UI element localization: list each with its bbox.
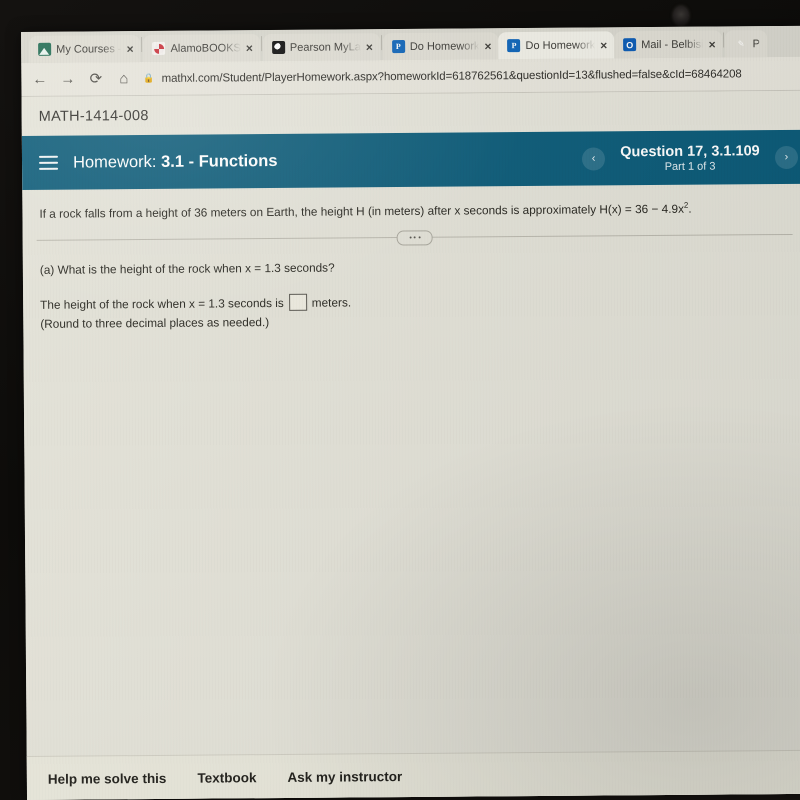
tab-label: Do Homework xyxy=(525,38,596,52)
course-name-bar: MATH-1414-008 xyxy=(21,90,800,136)
browser-tab-alamobooks[interactable]: AlamoBOOKS × xyxy=(143,34,260,63)
address-bar[interactable]: 🔒 mathxl.com/Student/PlayerHomework.aspx… xyxy=(143,62,795,89)
problem-statement: If a rock falls from a height of 36 mete… xyxy=(22,184,800,223)
course-name: MATH-1414-008 xyxy=(38,107,149,125)
tab-close-icon[interactable]: × xyxy=(366,40,373,54)
question-part: Part 1 of 3 xyxy=(664,160,716,173)
answer-suffix: meters. xyxy=(311,294,352,310)
mountain-icon xyxy=(38,42,52,56)
rounding-note: (Round to three decimal places as needed… xyxy=(40,315,270,331)
browser-tab-do-homework-1[interactable]: P Do Homework × xyxy=(382,32,499,61)
answer-line: The height of the rock when x = 1.3 seco… xyxy=(40,290,789,313)
browser-tab-mail[interactable]: Mail - Belbisi × xyxy=(614,30,723,59)
outlook-icon xyxy=(623,38,637,52)
tab-separator xyxy=(723,32,725,48)
browser-tab-do-homework-2[interactable]: P Do Homework × xyxy=(498,31,615,60)
alamo-icon xyxy=(152,41,166,55)
tab-label: Pearson MyLa xyxy=(289,40,361,54)
url-text: mathxl.com/Student/PlayerHomework.aspx?h… xyxy=(161,67,742,85)
problem-statement-text: If a rock falls from a height of 36 mete… xyxy=(39,201,684,221)
back-button[interactable]: ← xyxy=(31,71,48,88)
question-info: Question 17, 3.1.109 Part 1 of 3 xyxy=(615,143,765,173)
laptop-photo: My Courses - × AlamoBOOKS × Pearson MyLa… xyxy=(0,0,800,800)
answer-prefix: The height of the rock when x = 1.3 seco… xyxy=(40,295,284,312)
screen: My Courses - × AlamoBOOKS × Pearson MyLa… xyxy=(21,25,800,800)
tab-close-icon[interactable]: × xyxy=(246,41,253,55)
footer-links: Help me solve this Textbook Ask my instr… xyxy=(26,749,800,800)
browser-tab-my-courses[interactable]: My Courses - × xyxy=(29,35,141,63)
ask-my-instructor-button[interactable]: Ask my instructor xyxy=(287,769,402,785)
tab-label: AlamoBOOKS xyxy=(170,41,241,55)
homework-header: Homework: 3.1 - Functions ‹ Question 17,… xyxy=(21,129,800,190)
pencil-icon: ✎ xyxy=(737,39,745,49)
reload-button[interactable]: ⟳ xyxy=(87,70,104,87)
browser-tab-strip: My Courses - × AlamoBOOKS × Pearson MyLa… xyxy=(21,25,800,63)
forward-button[interactable]: → xyxy=(59,71,76,88)
pearson-globe-icon xyxy=(271,40,285,55)
lock-icon: 🔒 xyxy=(143,72,155,84)
tab-close-icon[interactable]: × xyxy=(600,38,607,52)
tab-label: P xyxy=(752,37,760,50)
problem-statement-tail: . xyxy=(688,201,692,216)
tab-close-icon[interactable]: × xyxy=(126,42,133,56)
browser-tab-partial[interactable]: ✎ P xyxy=(725,30,768,58)
hamburger-menu-icon[interactable] xyxy=(38,155,59,170)
more-options-ellipsis[interactable] xyxy=(396,229,433,246)
tab-label: My Courses - xyxy=(56,42,122,56)
tab-separator xyxy=(141,37,143,53)
tab-separator xyxy=(260,36,262,52)
question-title: Question 17, 3.1.109 xyxy=(620,142,760,160)
question-body: (a) What is the height of the rock when … xyxy=(23,235,800,331)
pearson-p-icon: P xyxy=(391,39,405,54)
textbook-button[interactable]: Textbook xyxy=(197,770,256,785)
pearson-p-icon: P xyxy=(507,39,521,53)
tab-label: Do Homework xyxy=(409,39,480,53)
home-button[interactable]: ⌂ xyxy=(115,70,132,87)
tab-close-icon[interactable]: × xyxy=(484,39,491,53)
help-me-solve-this-button[interactable]: Help me solve this xyxy=(48,770,167,786)
homework-title-prefix: Homework: xyxy=(72,152,162,172)
question-navigator: ‹ Question 17, 3.1.109 Part 1 of 3 › xyxy=(581,130,799,186)
tab-close-icon[interactable]: × xyxy=(709,37,716,51)
tab-separator xyxy=(380,35,382,51)
homework-title: Homework: 3.1 - Functions xyxy=(73,151,278,172)
question-part-a: (a) What is the height of the rock when … xyxy=(39,260,335,277)
tab-label: Mail - Belbisi xyxy=(641,38,704,51)
homework-title-value: 3.1 - Functions xyxy=(160,151,278,171)
browser-tab-pearson-mylab[interactable]: Pearson MyLa × xyxy=(262,33,380,62)
previous-question-button[interactable]: ‹ xyxy=(581,146,606,171)
webcam-icon xyxy=(673,6,689,25)
next-question-button[interactable]: › xyxy=(774,145,799,169)
mathxl-page: MATH-1414-008 Homework: 3.1 - Functions … xyxy=(21,90,800,800)
answer-input[interactable] xyxy=(288,293,307,311)
